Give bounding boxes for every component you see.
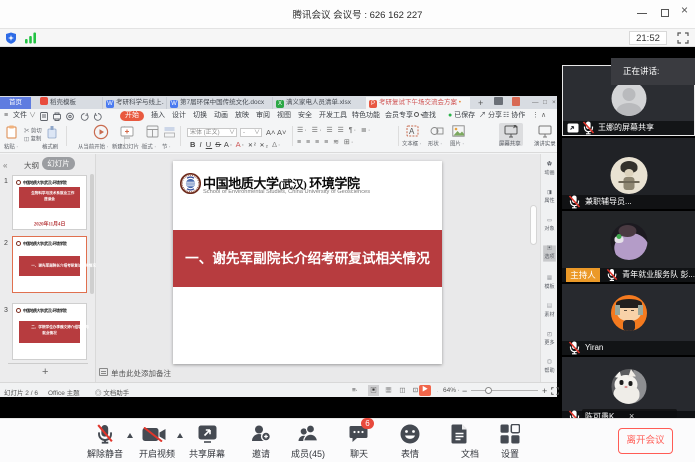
svg-text:A: A: [409, 127, 415, 136]
